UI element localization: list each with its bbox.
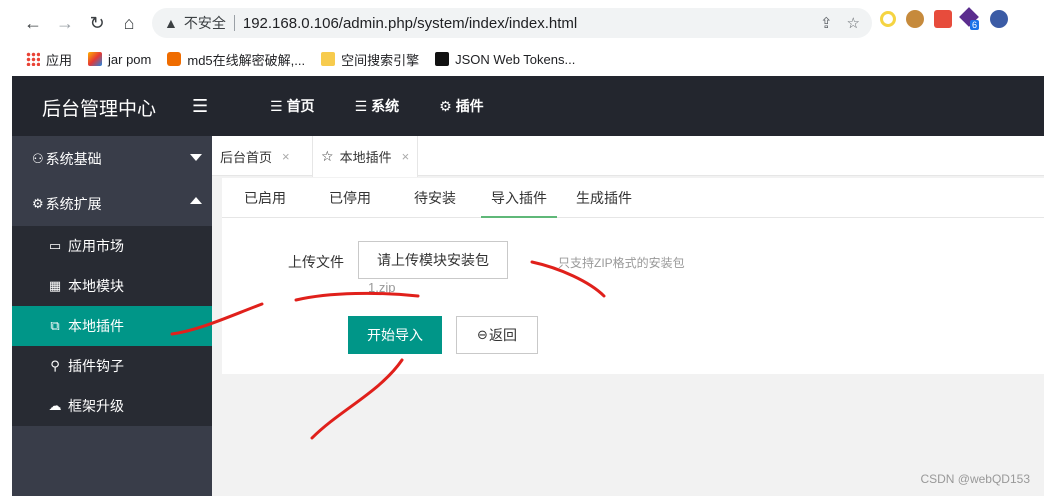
warning-icon: ▲ xyxy=(164,15,178,31)
extension-badge-icon[interactable]: 6 xyxy=(959,7,980,30)
tab-home[interactable]: 后台首页 × xyxy=(212,136,298,176)
bookmark-apps[interactable]: 应用 xyxy=(26,50,72,69)
upload-button[interactable]: 请上传模块安装包 xyxy=(358,241,508,279)
sidebar-item-framework-upgrade[interactable]: ☁ 框架升级 xyxy=(12,386,212,426)
gear-icon: ⚙ xyxy=(439,97,452,114)
start-import-button[interactable]: 开始导入 xyxy=(348,316,442,354)
bookmark-label: 应用 xyxy=(46,52,73,68)
topnav-label: 插件 xyxy=(455,98,484,114)
bookmark-space-search[interactable]: 空间搜索引擎 xyxy=(321,50,419,69)
sidebar-item-label: 插件钩子 xyxy=(68,358,124,374)
sidebar-item-label: 框架升级 xyxy=(68,398,124,414)
sidebar-submenu: ▭ 应用市场 ▦ 本地模块 ⧉ 本地插件 ⚲ 插件钩子 ☁ 框架升级 xyxy=(12,226,212,426)
chevron-down-icon xyxy=(190,154,202,161)
tab-local-plugins[interactable]: ☆ 本地插件 × xyxy=(312,136,419,177)
cloud-upgrade-icon: ☁ xyxy=(48,398,62,413)
back-circle-icon: ⊖ xyxy=(477,327,488,342)
menu-toggle-icon[interactable]: ☰ xyxy=(192,96,208,117)
back-label: 返回 xyxy=(488,327,517,343)
sidebar-group-label: 系统基础 xyxy=(45,150,102,167)
topnav-label: 系统 xyxy=(371,98,400,114)
chart-logo-icon xyxy=(88,52,103,66)
hook-icon: ⚲ xyxy=(50,358,60,373)
close-icon[interactable]: × xyxy=(282,149,290,164)
browser-toolbar: ← → ↻ ⌂ ▲ 不安全 192.168.0.106/admin.php/sy… xyxy=(0,0,1044,44)
omnibox-divider xyxy=(233,15,235,31)
forward-arrow-icon[interactable]: → xyxy=(54,12,76,34)
grid-icon: ▦ xyxy=(48,278,62,293)
apps-grid-icon xyxy=(26,52,40,66)
modules-icon: ⚇ xyxy=(32,150,44,166)
sidebar-item-local-modules[interactable]: ▦ 本地模块 xyxy=(12,266,212,306)
cookie-icon[interactable] xyxy=(906,10,924,28)
selected-filename: 1.zip xyxy=(368,280,396,295)
window-edge xyxy=(0,0,12,496)
page-tabs: 后台首页 × ☆ 本地插件 × xyxy=(212,136,1044,177)
topnav-home[interactable]: ☰ 首页 xyxy=(270,96,315,116)
subtab-disabled[interactable]: 已停用 xyxy=(319,178,381,218)
main-content: 已启用 已停用 待安装 导入插件 生成插件 上传文件 请上传模块安装包 只支持Z… xyxy=(222,178,1044,374)
sidebar-group-label: 系统扩展 xyxy=(45,195,102,212)
subtab-import[interactable]: 导入插件 xyxy=(481,178,557,218)
list-icon: ☰ xyxy=(270,97,283,114)
watermark: CSDN @webQD153 xyxy=(920,472,1030,486)
gear-icon: ⚙ xyxy=(32,195,44,211)
bookmark-star-icon[interactable]: ☆ xyxy=(847,14,860,32)
subtab-pending[interactable]: 待安装 xyxy=(404,178,466,218)
share-icon[interactable]: ⇪ xyxy=(820,14,833,32)
bookmark-label: JSON Web Tokens... xyxy=(455,51,576,67)
extensions-bar: 6 xyxy=(880,7,1008,30)
orange-c-icon xyxy=(167,52,182,66)
plugin-icon: ⧉ xyxy=(50,318,60,333)
sidebar-group-extend[interactable]: ⚙ 系统扩展 xyxy=(12,181,212,226)
admin-app: 后台管理中心 ☰ ☰ 首页 ☰ 系统 ⚙ 插件 ⚇ 系统基础 ⚙ 系统扩展 ▭ … xyxy=(12,76,1044,496)
upload-hint: 只支持ZIP格式的安装包 xyxy=(558,256,685,270)
url-text[interactable]: 192.168.0.106/admin.php/system/index/ind… xyxy=(243,15,577,32)
extension-badge-count: 6 xyxy=(970,20,980,30)
list-icon: ☰ xyxy=(354,97,368,114)
back-button[interactable]: ⊖ 返回 xyxy=(456,316,538,354)
bookmarks-bar: 应用 jar pom md5在线解密破解,... 空间搜索引擎 JSON Web… xyxy=(0,44,1044,74)
topnav-plugins[interactable]: ⚙ 插件 xyxy=(439,96,484,116)
extension-circle-icon[interactable] xyxy=(880,11,896,27)
bookmark-label: jar pom xyxy=(108,51,152,67)
bookmark-label: md5在线解密破解,... xyxy=(187,52,306,68)
sidebar-item-local-plugins[interactable]: ⧉ 本地插件 xyxy=(12,306,212,346)
top-nav: ☰ 首页 ☰ 系统 ⚙ 插件 xyxy=(270,76,524,136)
star-icon: ☆ xyxy=(321,148,334,164)
subtab-enabled[interactable]: 已启用 xyxy=(234,178,296,218)
sidebar-group-basic[interactable]: ⚇ 系统基础 xyxy=(12,136,212,181)
sidebar-item-label: 本地模块 xyxy=(68,278,124,294)
close-icon[interactable]: × xyxy=(402,149,410,164)
bookmark-jar-pom[interactable]: jar pom xyxy=(88,52,151,67)
plugin-subtabs: 已启用 已停用 待安装 导入插件 生成插件 xyxy=(222,178,1044,218)
bookmark-jwt[interactable]: JSON Web Tokens... xyxy=(435,52,575,67)
subtab-generate[interactable]: 生成插件 xyxy=(566,178,642,218)
sidebar-item-label: 本地插件 xyxy=(68,318,124,334)
topnav-system[interactable]: ☰ 系统 xyxy=(355,96,400,116)
bookmark-md5[interactable]: md5在线解密破解,... xyxy=(167,50,305,69)
sidebar-item-label: 应用市场 xyxy=(68,238,124,254)
sidebar-item-app-market[interactable]: ▭ 应用市场 xyxy=(12,226,212,266)
address-bar[interactable]: ▲ 不安全 192.168.0.106/admin.php/system/ind… xyxy=(152,8,872,38)
jwt-icon xyxy=(435,52,450,66)
profile-avatar-icon[interactable] xyxy=(990,10,1008,28)
store-icon: ▭ xyxy=(48,238,62,253)
chevron-up-icon xyxy=(190,197,202,204)
home-icon[interactable]: ⌂ xyxy=(118,12,140,34)
reload-icon[interactable]: ↻ xyxy=(86,12,108,34)
top-header: 后台管理中心 ☰ ☰ 首页 ☰ 系统 ⚙ 插件 xyxy=(12,76,1044,136)
sidebar: ⚇ 系统基础 ⚙ 系统扩展 ▭ 应用市场 ▦ 本地模块 ⧉ 本地插件 ⚲ 插件钩… xyxy=(12,136,212,496)
tab-label: 本地插件 xyxy=(339,150,392,165)
back-arrow-icon[interactable]: ← xyxy=(22,12,44,34)
topnav-label: 首页 xyxy=(286,98,315,114)
brand-title: 后台管理中心 xyxy=(42,99,157,120)
tab-label: 后台首页 xyxy=(220,149,273,165)
sidebar-item-plugin-hooks[interactable]: ⚲ 插件钩子 xyxy=(12,346,212,386)
bookmark-label: 空间搜索引擎 xyxy=(341,52,420,68)
insecure-label: 不安全 xyxy=(183,15,226,31)
dice-icon[interactable] xyxy=(934,10,952,28)
upload-label: 上传文件 xyxy=(288,254,344,270)
folder-icon xyxy=(321,52,336,66)
